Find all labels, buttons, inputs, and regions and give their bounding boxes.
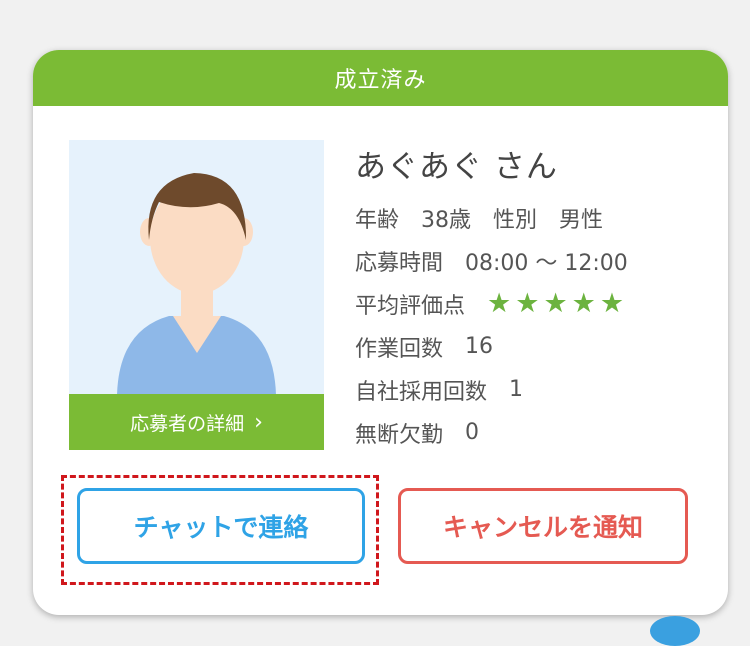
rating-stars: ★ ★ ★ ★ ★ xyxy=(487,288,624,319)
apply-time-value: 08:00 〜 12:00 xyxy=(465,250,628,276)
hire-count-value: 1 xyxy=(509,377,524,402)
gender-label: 性別 xyxy=(493,207,538,233)
rating-row: 平均評価点 ★ ★ ★ ★ ★ xyxy=(355,282,715,325)
star-icon: ★ xyxy=(515,288,540,319)
cancel-notify-button[interactable]: キャンセルを通知 xyxy=(398,488,688,564)
rating-label: 平均評価点 xyxy=(355,293,466,319)
absence-value: 0 xyxy=(465,420,480,445)
hire-count-label: 自社採用回数 xyxy=(355,379,488,405)
work-count-value: 16 xyxy=(465,334,494,359)
age-gender-row: 年齢 38歳 性別 男性 xyxy=(355,196,715,239)
chevron-right-icon: › xyxy=(254,409,263,435)
floating-button-edge[interactable] xyxy=(650,616,700,646)
applicant-detail-link[interactable]: 応募者の詳細 › xyxy=(69,394,324,450)
detail-link-label: 応募者の詳細 xyxy=(130,412,245,435)
gender-value: 男性 xyxy=(559,207,604,233)
age-value: 38歳 xyxy=(421,207,472,233)
status-label: 成立済み xyxy=(334,68,427,93)
star-icon: ★ xyxy=(487,288,512,319)
applicant-name: あぐあぐ さん xyxy=(355,149,558,185)
absence-label: 無断欠勤 xyxy=(355,422,444,448)
star-icon: ★ xyxy=(543,288,568,319)
apply-time-row: 応募時間 08:00 〜 12:00 xyxy=(355,239,715,282)
highlight-frame xyxy=(61,475,379,585)
work-count-label: 作業回数 xyxy=(355,336,444,362)
applicant-info: あぐあぐ さん 年齢 38歳 性別 男性 応募時間 08:00 〜 12:00 … xyxy=(355,142,715,454)
cancel-notify-label: キャンセルを通知 xyxy=(442,513,643,542)
apply-time-label: 応募時間 xyxy=(355,250,444,276)
star-icon: ★ xyxy=(599,288,625,319)
absence-row: 無断欠勤 0 xyxy=(355,411,715,454)
star-icon: ★ xyxy=(571,288,596,319)
status-header: 成立済み xyxy=(33,50,728,106)
age-label: 年齢 xyxy=(355,207,400,233)
hire-count-row: 自社採用回数 1 xyxy=(355,368,715,411)
applicant-photo: 応募者の詳細 › xyxy=(69,140,324,450)
work-count-row: 作業回数 16 xyxy=(355,325,715,368)
